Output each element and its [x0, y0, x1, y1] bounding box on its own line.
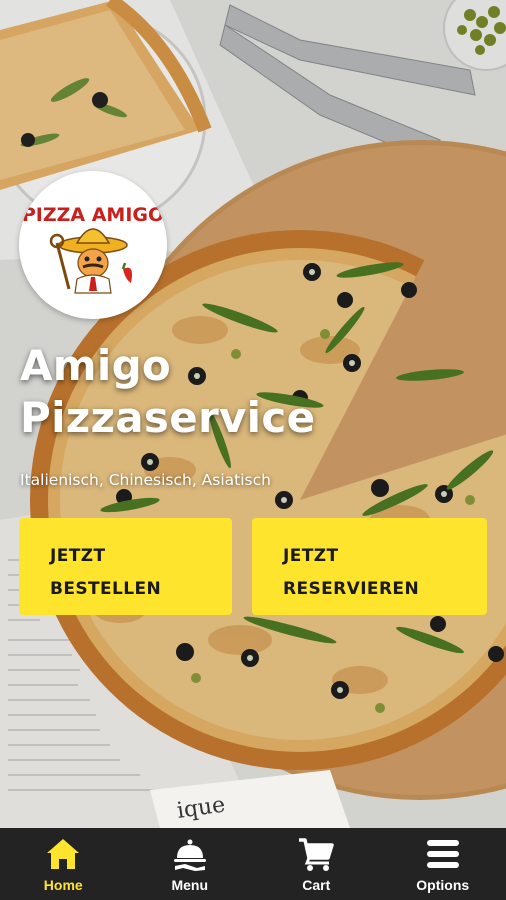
- reserve-button-line-2: RESERVIEREN: [283, 579, 420, 599]
- nav-label-menu: Menu: [171, 877, 209, 893]
- pizza-amigo-logo: PIZZA AMIGO: [19, 171, 167, 319]
- restaurant-name: Amigo Pizzaservice: [20, 340, 420, 444]
- nav-label-options: Options: [416, 877, 470, 893]
- order-button-line-2: BESTELLEN: [50, 579, 162, 599]
- order-button-line-1: JETZT: [50, 546, 106, 566]
- order-now-button[interactable]: JETZT BESTELLEN: [19, 518, 232, 615]
- restaurant-name-line-1: Amigo: [20, 341, 172, 390]
- reserve-button-line-1: JETZT: [283, 546, 339, 566]
- menu-lines-icon: [423, 836, 463, 874]
- nav-label-cart: Cart: [302, 877, 331, 893]
- logo-text: PIZZA AMIGO: [22, 204, 164, 226]
- home-icon: [43, 836, 83, 874]
- nav-label-home: Home: [43, 877, 83, 893]
- nav-item-cart[interactable]: Cart: [253, 828, 380, 900]
- serving-dish-icon: [170, 836, 210, 874]
- cuisine-subtitle: Italienisch, Chinesisch, Asiatisch: [20, 471, 271, 489]
- restaurant-name-line-2: Pizzaservice: [20, 393, 316, 442]
- bottom-navigation: Home Menu Cart Options: [0, 828, 506, 900]
- nav-item-options[interactable]: Options: [380, 828, 506, 900]
- nav-item-menu[interactable]: Menu: [127, 828, 254, 900]
- app-screen: ique PIZZA AMIGO Amigo Pizzaservice Ital…: [0, 0, 506, 900]
- nav-item-home[interactable]: Home: [0, 828, 127, 900]
- cart-icon: [296, 836, 336, 874]
- reserve-now-button[interactable]: JETZT RESERVIEREN: [252, 518, 487, 615]
